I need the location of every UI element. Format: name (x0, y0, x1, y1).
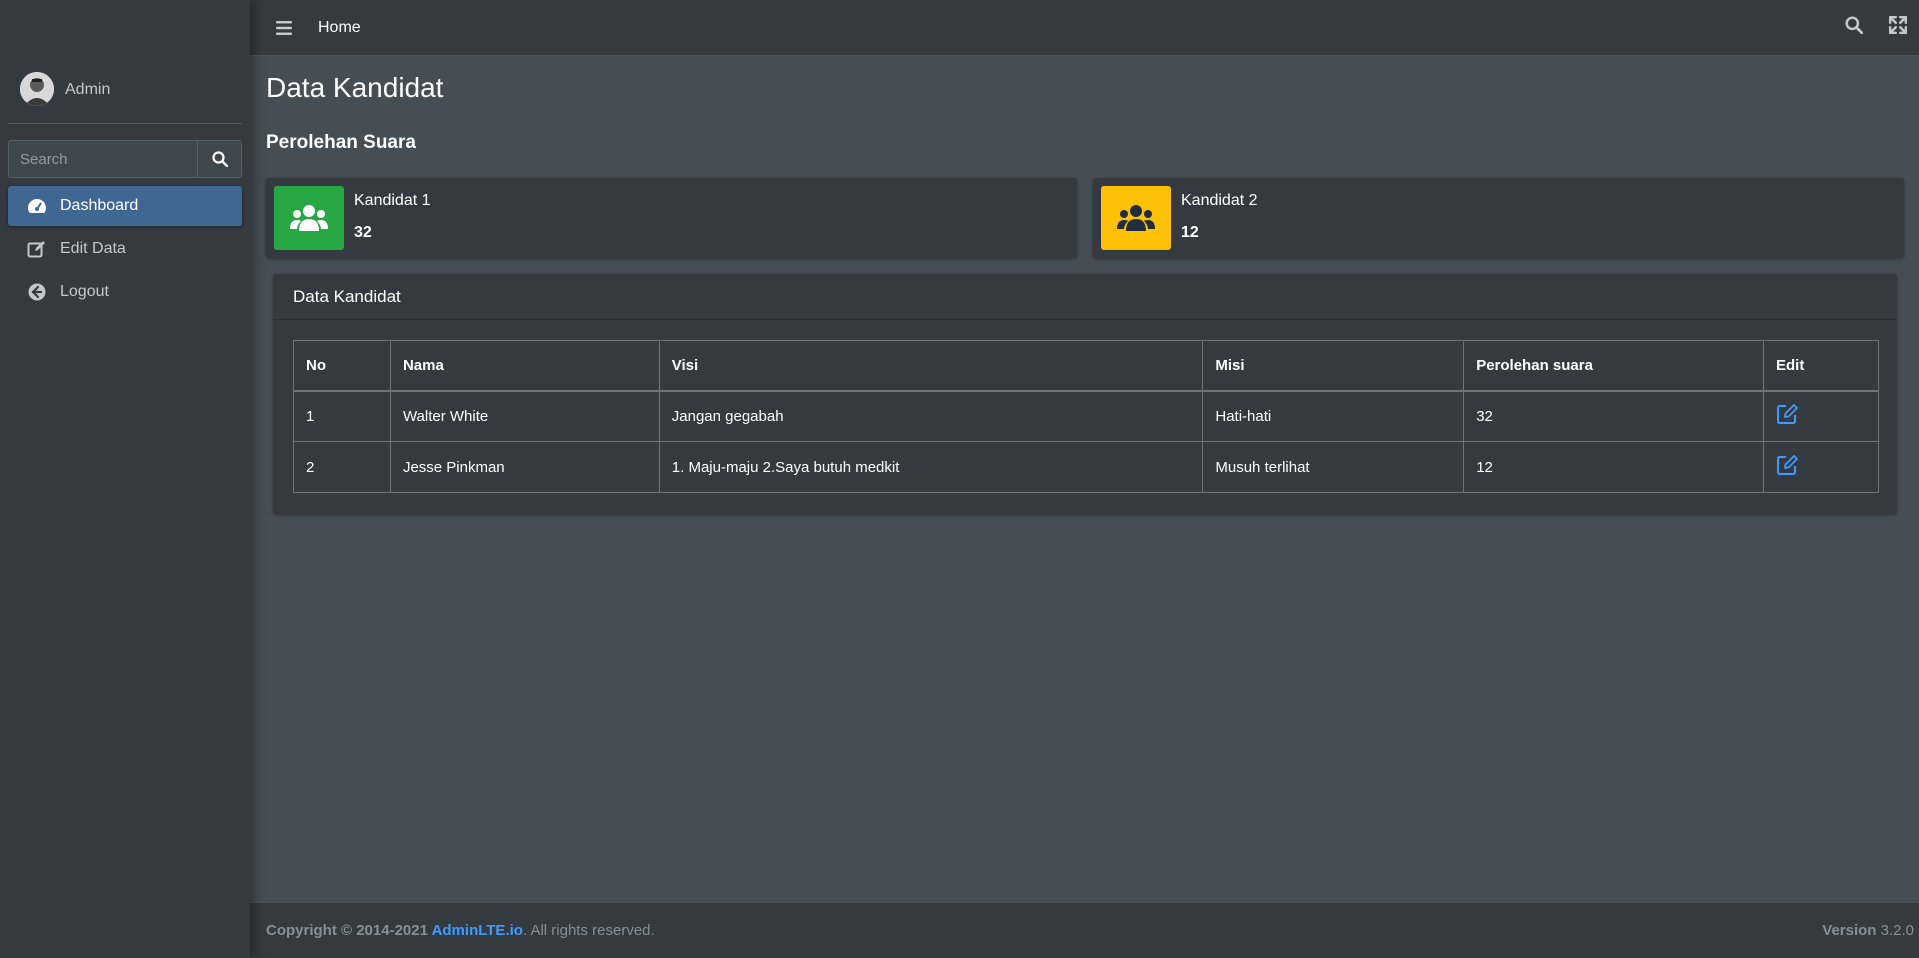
column-header[interactable]: Nama (389, 340, 660, 392)
sidebar-search (8, 140, 242, 178)
column-header[interactable]: Perolehan suara (1463, 340, 1765, 392)
section-title: Perolehan Suara (266, 132, 416, 153)
user-name[interactable]: Admin (65, 81, 110, 99)
copyright-suffix: . All rights reserved. (522, 922, 655, 939)
info-box-value: 32 (354, 224, 372, 241)
cell-visi: Jangan gegabah (658, 390, 1204, 442)
sidebar-item-edit-data[interactable]: Edit Data (8, 229, 242, 269)
search-icon (1845, 16, 1864, 35)
navbar-search-button[interactable] (1845, 16, 1864, 38)
card-title: Data Kandidat (273, 274, 1897, 320)
home-link[interactable]: Home (318, 19, 361, 37)
sidebar-item-label: Dashboard (60, 197, 139, 214)
content-wrapper: Data Kandidat Perolehan Suara Kandidat 1… (250, 56, 1919, 902)
expand-icon (1888, 15, 1908, 35)
user-panel: Admin (8, 66, 242, 124)
copyright: Copyright © 2014-2021 AdminLTE.io. All r… (266, 922, 655, 939)
kandidat-table: No Nama Visi Misi Perolehan suara Edit 1… (293, 340, 1879, 493)
search-button[interactable] (197, 140, 242, 178)
column-header[interactable]: No (293, 340, 391, 392)
users-icon (274, 186, 344, 250)
copyright-prefix: Copyright © 2014-2021 (266, 922, 432, 939)
info-box-value: 12 (1181, 224, 1199, 241)
column-header[interactable]: Visi (658, 340, 1204, 392)
table-header-row: No Nama Visi Misi Perolehan suara Edit (293, 340, 1879, 392)
sidebar-nav: Dashboard Edit Data Logout (8, 186, 242, 315)
bars-icon (276, 20, 292, 35)
version-label: Version (1822, 922, 1877, 939)
cell-edit (1763, 390, 1879, 442)
avatar[interactable] (20, 72, 54, 106)
sidebar-item-label: Edit Data (60, 240, 126, 257)
adminlte-link[interactable]: AdminLTE.io (432, 922, 523, 939)
cell-suara: 12 (1463, 441, 1765, 493)
cell-misi: Musuh terlihat (1202, 441, 1465, 493)
table-row: 2 Jesse Pinkman 1. Maju-maju 2.Saya butu… (293, 441, 1879, 493)
cell-no: 1 (293, 390, 391, 442)
sidebar-item-dashboard[interactable]: Dashboard (8, 186, 242, 226)
column-header[interactable]: Edit (1763, 340, 1879, 392)
cell-nama: Walter White (389, 390, 660, 442)
cell-misi: Hati-hati (1202, 390, 1465, 442)
data-kandidat-card: Data Kandidat No Nama Visi Misi Peroleha… (273, 274, 1897, 514)
edit-icon[interactable] (1776, 454, 1798, 476)
info-box-kandidat-1: Kandidat 1 32 (266, 178, 1077, 258)
version-number: 3.2.0 (1876, 922, 1914, 939)
info-box-label: Kandidat 2 (1181, 192, 1258, 209)
cell-suara: 32 (1463, 390, 1765, 442)
column-header[interactable]: Misi (1202, 340, 1465, 392)
tachometer-icon (27, 196, 47, 216)
sidebar-item-logout[interactable]: Logout (8, 272, 242, 312)
cell-visi: 1. Maju-maju 2.Saya butuh medkit (658, 441, 1204, 493)
cell-nama: Jesse Pinkman (389, 441, 660, 493)
arrow-circle-left-icon (27, 282, 47, 302)
fullscreen-button[interactable] (1888, 15, 1908, 38)
cell-no: 2 (293, 441, 391, 493)
cell-edit (1763, 441, 1879, 493)
search-icon (211, 151, 228, 167)
info-box-label: Kandidat 1 (354, 192, 431, 209)
table-row: 1 Walter White Jangan gegabah Hati-hati … (293, 390, 1879, 442)
version-info: Version 3.2.0 (1822, 922, 1914, 939)
top-navbar: Home (250, 0, 1919, 56)
search-input[interactable] (8, 140, 197, 178)
edit-icon[interactable] (1776, 403, 1798, 425)
users-icon (1101, 186, 1171, 250)
edit-icon (27, 239, 47, 259)
page-title: Data Kandidat (266, 72, 444, 103)
menu-toggle-button[interactable] (272, 16, 296, 40)
main-footer: Copyright © 2014-2021 AdminLTE.io. All r… (250, 902, 1919, 958)
main-sidebar: Admin Dashboard (0, 0, 250, 958)
sidebar-item-label: Logout (60, 283, 109, 300)
navbar-right (1845, 15, 1908, 38)
info-box-kandidat-2: Kandidat 2 12 (1093, 178, 1904, 258)
